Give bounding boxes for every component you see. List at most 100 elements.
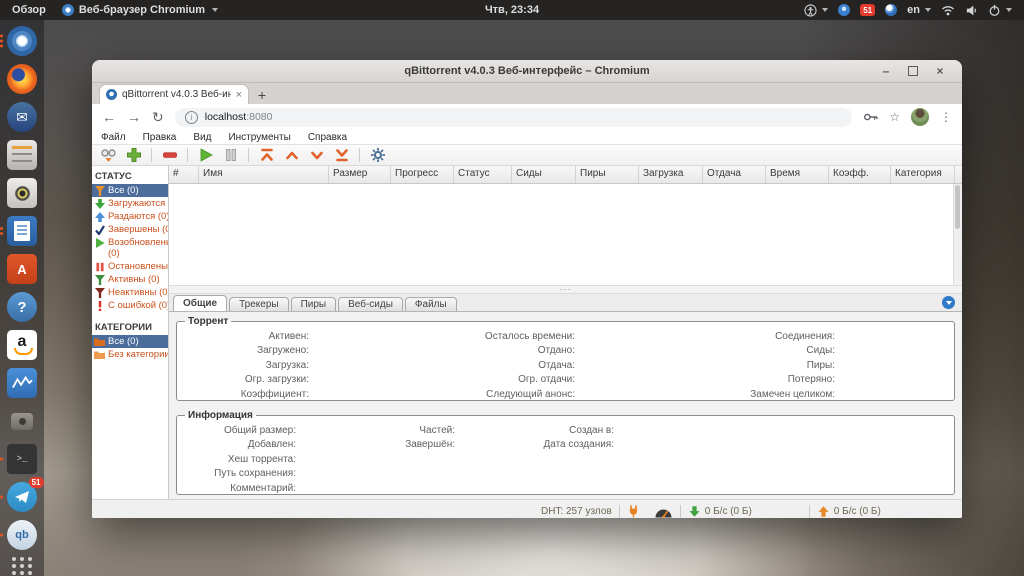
move-down-button[interactable] (307, 147, 326, 164)
menu-view[interactable]: Вид (193, 132, 211, 143)
menu-file[interactable]: Файл (101, 132, 126, 143)
add-torrent-link-button[interactable] (99, 147, 118, 164)
move-bottom-button[interactable] (332, 147, 351, 164)
firefox-icon (7, 64, 37, 94)
dock-system-monitor[interactable] (6, 367, 39, 399)
filter-active[interactable]: Активны (0) (92, 273, 168, 286)
panel-splitter[interactable]: ··· (169, 285, 962, 294)
detail-tab-general[interactable]: Общие (173, 295, 227, 311)
column-header[interactable]: Категория (891, 166, 955, 183)
clock[interactable]: Чтв, 23:34 (485, 4, 539, 16)
options-button[interactable] (368, 147, 387, 164)
column-header[interactable]: Время (766, 166, 829, 183)
profile-avatar[interactable] (911, 108, 929, 126)
detail-tab-files[interactable]: Файлы (405, 297, 457, 311)
detail-tab-webseeds[interactable]: Веб-сиды (338, 297, 403, 311)
site-info-icon[interactable]: i (185, 111, 198, 124)
filter-downloading[interactable]: Загружаются (0) (92, 197, 168, 210)
menu-tools[interactable]: Инструменты (228, 132, 290, 143)
field-label: Отдача: (443, 358, 575, 373)
plug-icon (627, 504, 640, 519)
accessibility-menu[interactable] (804, 4, 828, 17)
filter-inactive[interactable]: Неактивны (0) (92, 286, 168, 299)
connection-status-button[interactable] (627, 504, 640, 519)
category-all[interactable]: Все (0) (92, 335, 168, 348)
filter-completed[interactable]: Завершены (0) (92, 223, 168, 236)
dock-music[interactable] (6, 177, 39, 209)
column-header[interactable]: Имя (199, 166, 329, 183)
column-header[interactable]: Пиры (576, 166, 639, 183)
dock-file-cabinet[interactable] (6, 139, 39, 171)
qbittorrent-tray-icon[interactable] (838, 4, 850, 16)
column-header[interactable]: Загрузка (639, 166, 703, 183)
tray-app-icon[interactable] (885, 4, 897, 16)
dock-mail[interactable]: ✉ (6, 101, 39, 133)
dock-software-install[interactable]: A (6, 253, 39, 285)
menu-help[interactable]: Справка (308, 132, 347, 143)
categories-header: КАТЕГОРИИ (92, 312, 168, 335)
move-top-button[interactable] (257, 147, 276, 164)
column-header[interactable]: Отдача (703, 166, 766, 183)
information-fieldset: Информация Общий размер:Частей:Создан в:… (176, 410, 955, 495)
volume-icon[interactable] (965, 4, 978, 17)
dock-chromium[interactable] (6, 25, 39, 57)
filter-all[interactable]: Все (0) (92, 184, 168, 197)
activities-button[interactable]: Обзор (12, 4, 46, 16)
dock-terminal[interactable]: >_ (6, 443, 39, 475)
dock-firefox[interactable] (6, 63, 39, 95)
alt-speed-limits-button[interactable] (654, 505, 673, 518)
column-header[interactable]: Статус (454, 166, 512, 183)
pause-button[interactable] (221, 147, 240, 164)
key-icon[interactable] (863, 111, 878, 123)
dock-app[interactable] (6, 405, 39, 437)
delete-torrent-button[interactable] (160, 147, 179, 164)
maximize-button[interactable] (907, 65, 919, 77)
filter-resumed[interactable]: Возобновлены (0) (92, 236, 168, 260)
add-torrent-file-button[interactable] (124, 147, 143, 164)
chevron-down-icon (822, 8, 828, 12)
filter-errored[interactable]: С ошибкой (0) (92, 299, 168, 312)
collapse-panel-button[interactable] (942, 296, 955, 309)
dock-telegram[interactable]: 51 (6, 481, 39, 513)
scrollbar-thumb[interactable] (955, 185, 960, 229)
minimize-button[interactable]: – (880, 65, 892, 77)
forward-button[interactable]: → (127, 110, 141, 124)
menu-edit[interactable]: Правка (143, 132, 177, 143)
show-applications-button[interactable] (12, 557, 33, 575)
address-bar[interactable]: i localhost:8080 (175, 108, 853, 127)
column-header[interactable]: Сиды (512, 166, 576, 183)
tab-close-icon[interactable]: × (236, 89, 242, 101)
window-titlebar[interactable]: qBittorrent v4.0.3 Веб-интерфейс – Chrom… (92, 60, 962, 83)
table-scrollbar[interactable] (953, 184, 962, 285)
detail-tab-trackers[interactable]: Трекеры (229, 297, 288, 311)
back-button[interactable]: ← (102, 110, 116, 124)
filter-paused[interactable]: Остановлены (0) (92, 260, 168, 273)
browser-tab[interactable]: qBittorrent v4.0.3 Веб-ин × (99, 84, 249, 104)
column-header[interactable]: # (169, 166, 199, 183)
move-up-button[interactable] (282, 147, 301, 164)
column-header[interactable]: Прогресс (391, 166, 454, 183)
dock-amazon[interactable]: a (6, 329, 39, 361)
reload-button[interactable]: ↻ (152, 110, 164, 124)
new-tab-button[interactable]: + (249, 85, 275, 104)
upload-speed[interactable]: 0 Б/с (0 Б) (817, 505, 881, 518)
category-uncategorized[interactable]: Без категории (0) (92, 348, 168, 361)
wifi-icon[interactable] (941, 4, 955, 17)
column-header[interactable]: Коэфф. (829, 166, 891, 183)
browser-menu-icon[interactable]: ⋮ (940, 110, 952, 124)
power-menu[interactable] (988, 4, 1012, 17)
app-menu[interactable]: Веб-браузер Chromium (62, 4, 218, 16)
dock-help[interactable]: ? (6, 291, 39, 323)
notification-badge[interactable]: 51 (860, 4, 875, 16)
close-button[interactable]: × (934, 65, 946, 77)
resume-button[interactable] (196, 147, 215, 164)
bookmark-star-icon[interactable]: ☆ (889, 110, 900, 124)
dock-libreoffice-writer[interactable] (6, 215, 39, 247)
download-speed[interactable]: 0 Б/с (0 Б) (688, 505, 752, 518)
column-header[interactable]: Размер (329, 166, 391, 183)
dock-qbittorrent[interactable]: qb (6, 519, 39, 551)
torrent-table-body[interactable] (169, 184, 962, 285)
keyboard-layout-menu[interactable]: en (907, 4, 931, 16)
detail-tab-peers[interactable]: Пиры (291, 297, 337, 311)
filter-seeding[interactable]: Раздаются (0) (92, 210, 168, 223)
